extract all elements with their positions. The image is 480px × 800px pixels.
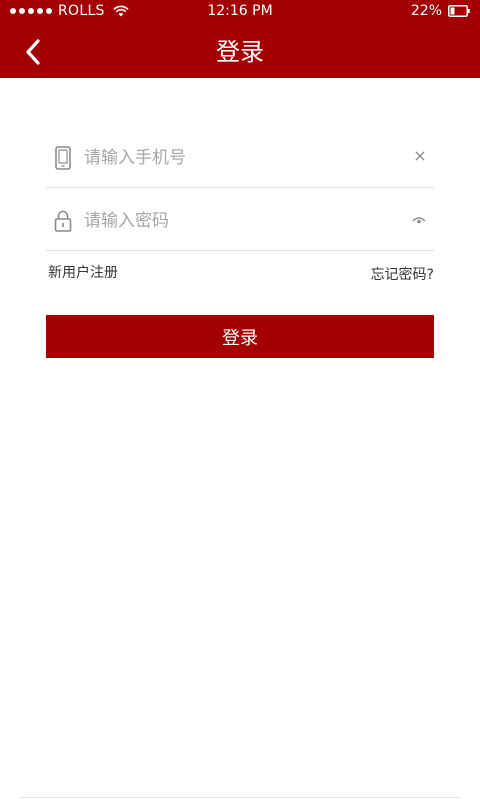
close-icon[interactable] bbox=[414, 150, 426, 162]
login-button[interactable]: 登录 bbox=[46, 315, 434, 358]
register-link[interactable]: 新用户注册 bbox=[48, 262, 118, 282]
link-row: 新用户注册 忘记密码? bbox=[48, 262, 434, 284]
divider bbox=[20, 797, 460, 798]
status-right: 22% bbox=[411, 3, 470, 19]
phone-field bbox=[46, 128, 434, 188]
battery-icon bbox=[448, 5, 470, 17]
battery-percent: 22% bbox=[410, 3, 442, 19]
page-title: 登录 bbox=[216, 38, 264, 66]
password-field bbox=[46, 191, 434, 251]
password-input[interactable] bbox=[84, 203, 384, 239]
lock-icon bbox=[54, 210, 72, 232]
status-time: 12:16 PM bbox=[207, 3, 273, 19]
forgot-password-link[interactable]: 忘记密码? bbox=[371, 264, 434, 284]
phone-input[interactable] bbox=[84, 140, 384, 176]
eye-icon[interactable] bbox=[412, 215, 426, 225]
phone-icon bbox=[55, 146, 71, 170]
status-bar: ROLLS 12:16 PM 22% bbox=[0, 0, 480, 24]
header: ROLLS 12:16 PM 22% 登录 bbox=[0, 0, 480, 78]
